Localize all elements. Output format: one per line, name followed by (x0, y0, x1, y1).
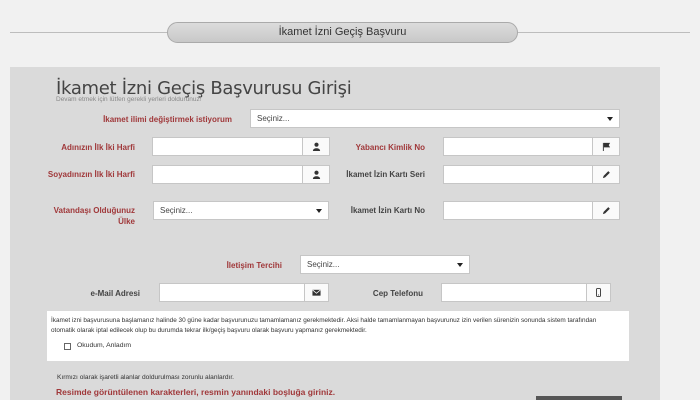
form-subtitle: Devam etmek için lütfen gerekli yerleri … (56, 96, 202, 103)
residence-change-value: Seçiniz... (257, 114, 290, 123)
chevron-down-icon (607, 117, 613, 121)
flag-icon (592, 138, 619, 155)
first-name-initials-input[interactable] (152, 137, 330, 156)
surname-initials-input[interactable] (152, 165, 330, 184)
contact-preference-value: Seçiniz... (307, 260, 340, 269)
foreigner-id-label: Yabancı Kimlik No (355, 143, 425, 152)
permit-no-label: İkamet İzin Kartı No (350, 206, 425, 215)
mobile-phone-input[interactable] (441, 283, 611, 302)
envelope-icon (304, 284, 328, 301)
contact-preference-label: İletişim Tercihi (226, 261, 282, 270)
residence-change-select[interactable]: Seçiniz... (250, 109, 620, 128)
email-input[interactable] (159, 283, 329, 302)
info-notice-box: İkamet izni başvurusuna başlamanız halin… (47, 311, 629, 361)
chevron-down-icon (316, 209, 322, 213)
surname-initials-label: Soyadınızın İlk İki Harfi (47, 170, 135, 179)
pencil-icon (592, 166, 619, 183)
acknowledge-label[interactable]: Okudum, Anladım (77, 342, 131, 349)
mobile-phone-label: Cep Telefonu (372, 289, 423, 298)
permit-series-input[interactable] (443, 165, 620, 184)
captcha-image (536, 396, 622, 400)
chevron-down-icon (457, 263, 463, 267)
captcha-instruction: Resimde görüntülenen karakterleri, resmi… (56, 387, 336, 397)
acknowledge-checkbox[interactable] (64, 343, 71, 350)
permit-no-input[interactable] (443, 201, 620, 220)
permit-series-label: İkamet İzin Kartı Seri (346, 170, 425, 179)
nationality-value: Seçiniz... (160, 206, 193, 215)
nationality-select[interactable]: Seçiniz... (153, 201, 329, 220)
contact-preference-select[interactable]: Seçiniz... (300, 255, 470, 274)
pencil-icon (592, 202, 619, 219)
first-name-initials-label: Adınızın İlk İki Harfi (61, 143, 135, 152)
user-icon (302, 166, 329, 183)
residence-change-label: İkamet ilimi değiştirmek istiyorum (103, 115, 232, 124)
user-icon (302, 138, 329, 155)
info-notice-text: İkamet izni başvurusuna başlamanız halin… (51, 317, 597, 334)
email-label: e-Mail Adresi (90, 289, 141, 298)
foreigner-id-input[interactable] (443, 137, 620, 156)
required-fields-note: Kırmızı olarak işaretli alanlar doldurul… (57, 374, 235, 381)
nationality-label: Vatandaşı Olduğunuz Ülke (53, 206, 135, 226)
mobile-phone-icon (586, 284, 610, 301)
page-title-pill: İkamet İzni Geçiş Başvuru (167, 22, 518, 43)
